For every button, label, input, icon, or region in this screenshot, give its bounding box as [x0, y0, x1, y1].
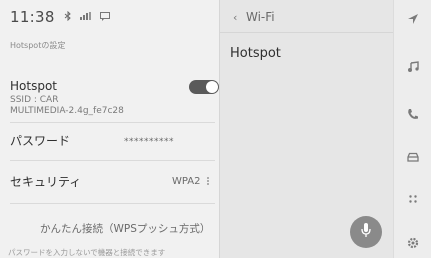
- apps-icon[interactable]: [394, 194, 431, 204]
- hotspot-toggle[interactable]: [189, 80, 219, 94]
- clock: 11:38: [10, 8, 55, 26]
- ssid-line-2: MULTIMEDIA-2.4g_fe7c28: [10, 106, 124, 116]
- message-icon: [100, 11, 110, 24]
- side-rail: [393, 0, 431, 258]
- signal-icon: [80, 12, 92, 23]
- music-icon[interactable]: [394, 61, 431, 73]
- phone-icon[interactable]: [394, 108, 431, 120]
- password-label: パスワード: [10, 134, 71, 148]
- row-divider: [10, 203, 215, 204]
- wps-note: パスワードを入力しないで機器と接続できます: [8, 248, 166, 257]
- hotspot-label: Hotspot: [10, 79, 57, 93]
- settings-icon[interactable]: [394, 237, 431, 249]
- header-divider: [220, 32, 393, 33]
- navigation-icon[interactable]: [394, 13, 431, 25]
- voice-button[interactable]: [350, 216, 382, 248]
- security-value[interactable]: WPA2: [172, 176, 200, 187]
- toggle-knob: [206, 81, 218, 93]
- section-title: Hotspotの設定: [10, 41, 66, 50]
- security-label: セキュリティ: [10, 175, 82, 189]
- wps-connect-button[interactable]: かんたん接続（WPSプッシュ方式）: [40, 221, 210, 236]
- back-chevron-icon[interactable]: ‹: [233, 11, 237, 24]
- row-divider: [10, 122, 215, 123]
- menu-item-hotspot[interactable]: Hotspot: [230, 46, 281, 61]
- ssid-line-1: SSID : CAR: [10, 95, 59, 105]
- bluetooth-icon: [64, 10, 72, 24]
- hotspot-settings-panel: [0, 0, 219, 258]
- status-icons: [64, 10, 110, 24]
- password-value[interactable]: **********: [124, 137, 174, 147]
- row-divider: [10, 160, 215, 161]
- mic-icon: [360, 222, 372, 242]
- car-icon[interactable]: [394, 152, 431, 163]
- back-title[interactable]: Wi-Fi: [246, 10, 275, 24]
- more-options-icon[interactable]: [206, 176, 210, 189]
